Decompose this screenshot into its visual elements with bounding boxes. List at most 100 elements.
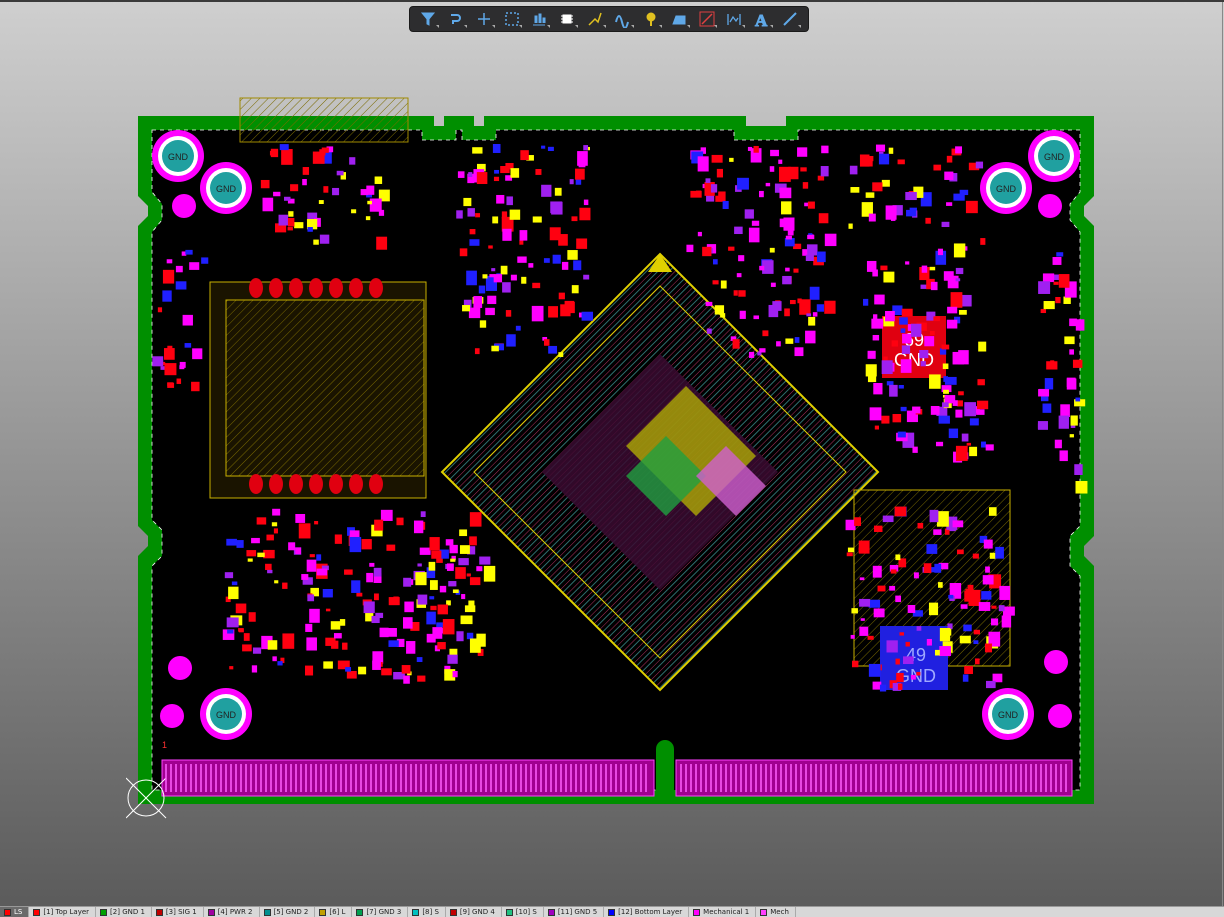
smd-pad — [455, 567, 466, 579]
smd-pad — [475, 213, 481, 218]
smd-pad — [535, 169, 542, 175]
layer-color-swatch — [547, 908, 555, 916]
module-pad — [269, 278, 283, 298]
smd-pad — [164, 363, 177, 376]
mounting-hole[interactable]: GND — [200, 688, 252, 740]
smd-pad — [366, 572, 374, 583]
smd-pad — [532, 282, 541, 289]
smd-pad — [716, 168, 723, 178]
smd-pad — [732, 339, 740, 349]
smd-pad — [952, 520, 964, 528]
mounting-hole[interactable]: GND — [152, 130, 204, 182]
smd-pad — [242, 644, 252, 652]
smd-pad — [459, 529, 468, 537]
place-line-button[interactable] — [695, 8, 719, 30]
filter-button[interactable] — [416, 8, 440, 30]
smd-pad — [494, 169, 500, 174]
smd-pad — [988, 507, 997, 516]
smd-pad — [984, 643, 993, 653]
mounting-hole[interactable]: GND — [982, 688, 1034, 740]
smd-pad — [955, 267, 964, 275]
pcb-board[interactable]: 69 GND 49 GND 1 GNDGNDGNDGNDGND GND — [126, 96, 1098, 824]
smd-pad — [916, 671, 921, 676]
place-chip-button[interactable] — [555, 8, 579, 30]
smd-pad — [236, 540, 244, 548]
smd-pad — [552, 254, 561, 264]
smd-pad — [896, 672, 904, 683]
layer-color-swatch — [4, 908, 11, 916]
smd-pad — [323, 661, 333, 669]
smd-pad — [510, 274, 517, 281]
smd-pad — [266, 534, 274, 541]
select-rectangle-icon — [504, 12, 519, 26]
place-track-button[interactable] — [778, 8, 802, 30]
smd-pad — [306, 637, 317, 651]
smd-pad — [712, 280, 719, 285]
polygon-pour-button[interactable] — [667, 8, 691, 30]
smd-pad — [958, 309, 967, 315]
smd-pad — [262, 197, 274, 212]
layer-tab-label: [2] GND 1 — [110, 908, 145, 916]
smd-pad — [956, 400, 963, 407]
smd-pad — [867, 635, 874, 640]
module-pad — [249, 474, 263, 494]
smd-pad — [816, 304, 824, 312]
smd-pad — [805, 254, 814, 261]
smd-pad — [290, 184, 299, 192]
smd-pad — [769, 166, 775, 172]
smd-pad — [824, 233, 837, 247]
smd-pad — [886, 640, 898, 653]
place-component-button[interactable] — [472, 8, 496, 30]
smd-pad — [946, 319, 958, 329]
smd-pad — [176, 378, 182, 384]
select-rectangle-button[interactable] — [500, 8, 524, 30]
smd-pad — [452, 589, 459, 594]
mounting-hole[interactable]: GND — [1028, 130, 1080, 182]
smd-pad — [936, 511, 949, 527]
smd-pad — [1042, 273, 1055, 283]
place-string-button[interactable]: A — [750, 8, 774, 30]
smd-pad — [985, 680, 996, 689]
smd-pad — [437, 642, 446, 650]
smd-pad — [500, 166, 510, 174]
smd-pad — [868, 213, 876, 222]
smd-pad — [852, 660, 859, 668]
smd-pad — [926, 638, 932, 646]
smd-pad — [579, 207, 591, 221]
smd-pad — [325, 608, 331, 612]
smd-pad — [274, 580, 279, 584]
layer-tab-label: [9] GND 4 — [459, 908, 495, 916]
smd-pad — [712, 259, 718, 265]
smd-pad — [779, 218, 788, 228]
smd-pad — [883, 356, 888, 361]
smd-pad — [867, 350, 876, 359]
interactive-route-button[interactable] — [444, 8, 468, 30]
smd-pad — [478, 285, 486, 294]
smd-pad — [366, 185, 375, 195]
smd-pad — [456, 631, 464, 642]
smd-pad — [505, 310, 512, 317]
smd-pad — [378, 209, 385, 216]
layer-tab-label: [10] S — [515, 908, 537, 916]
smd-pad — [336, 170, 344, 176]
hole-net-label: GND — [1044, 152, 1065, 162]
smd-pad — [577, 151, 588, 166]
smd-pad — [873, 314, 878, 320]
smd-pad — [964, 666, 973, 675]
dimension-button[interactable] — [722, 8, 746, 30]
smd-pad — [419, 547, 431, 555]
smd-pad — [883, 271, 895, 283]
smd-pad — [946, 155, 953, 163]
smd-pad — [1069, 318, 1077, 327]
mounting-hole[interactable]: GND — [200, 162, 252, 214]
smd-pad — [386, 544, 396, 551]
smd-pad — [346, 671, 357, 679]
smd-pad — [910, 674, 916, 680]
mounting-hole[interactable]: GND — [980, 162, 1032, 214]
hole-net-label: GND — [216, 184, 237, 194]
place-via-button[interactable] — [639, 8, 663, 30]
align-button[interactable] — [527, 8, 551, 30]
diff-pair-button[interactable] — [611, 8, 635, 30]
route-multiple-button[interactable] — [583, 8, 607, 30]
smd-pad — [519, 240, 524, 245]
